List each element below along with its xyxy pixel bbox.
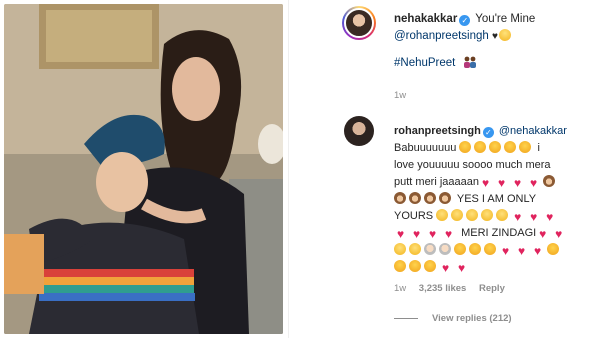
- comment-text-line-3: putt meri jaaaaan: [394, 176, 479, 188]
- heart-emoji-icon: ♥: [529, 176, 538, 190]
- heart-emoji-icon: ♥: [555, 227, 563, 241]
- heart-eyes-emoji-icon: [459, 141, 472, 153]
- comment-text-line-1b: i: [537, 142, 540, 154]
- comment-timestamp: 1w: [394, 283, 407, 294]
- heart-emoji-icon: ♥: [501, 244, 510, 258]
- heart-eyes-emoji-icon: [454, 243, 466, 255]
- caption-mention-link[interactable]: @rohanpreetsingh: [394, 30, 489, 42]
- commenter-username[interactable]: rohanpreetsingh: [394, 125, 481, 137]
- see-no-evil-monkey-emoji-icon: [424, 192, 436, 204]
- comment-text-line-5: YOURS: [394, 210, 434, 222]
- heart-emoji-icon: ♥: [530, 210, 538, 224]
- comment-text-line-6: MERI ZINDAGI: [461, 227, 537, 239]
- post-author-avatar[interactable]: [342, 6, 376, 40]
- commenter-verified-badge-icon: ✓: [482, 127, 494, 138]
- post-author-username[interactable]: nehakakkar: [394, 13, 457, 25]
- heart-emoji-icon: ♥: [533, 244, 542, 258]
- heart-emoji-icon: ♥: [444, 227, 453, 241]
- verified-badge-icon: ✓: [459, 15, 471, 26]
- heart-emoji-icon: ♥: [457, 261, 466, 275]
- heart-emoji-icon: ♥: [481, 176, 490, 190]
- heart-emoji-icon: ♥: [497, 176, 506, 190]
- smiling-emoji-icon: [394, 243, 406, 255]
- reply-button[interactable]: Reply: [479, 283, 505, 294]
- comment-meta: 1w 3,235 likes Reply: [394, 283, 515, 294]
- caption-text: You're Mine: [475, 13, 536, 25]
- see-no-evil-monkey-emoji-icon: [439, 192, 451, 204]
- smiling-emoji-icon: [481, 209, 494, 221]
- post-caption: nehakakkar ✓ You're Mine @rohanpreetsingh…: [394, 11, 594, 45]
- heart-emoji-icon: ♥: [412, 227, 421, 241]
- heart-eyes-emoji-icon: [484, 243, 496, 255]
- old-woman-emoji-icon: [439, 243, 451, 255]
- comment-text-line-4: YES I AM ONLY: [456, 193, 537, 205]
- heart-emoji-icon: ♥: [546, 210, 554, 224]
- view-replies-line: [394, 318, 418, 319]
- heart-eyes-emoji-icon: [519, 141, 532, 153]
- couple-photo-image: [4, 4, 283, 334]
- heart-emoji-icon: ♥: [517, 244, 526, 258]
- heart-eyes-emoji-icon: [504, 141, 517, 153]
- comment-likes-count[interactable]: 3,235 likes: [419, 283, 467, 294]
- heart-eyes-emoji-icon: [409, 260, 421, 272]
- comments-panel: nehakakkar ✓ You're Mine @rohanpreetsingh…: [296, 0, 596, 338]
- smiling-emoji-icon: [498, 29, 511, 41]
- comment-mention-link[interactable]: @nehakakkar: [499, 125, 567, 137]
- hashtag-link[interactable]: #NehuPreet: [394, 57, 455, 69]
- smiling-emoji-icon: [409, 243, 421, 255]
- comment-text-line-1: Babuuuuuuu: [394, 142, 457, 154]
- see-no-evil-monkey-emoji-icon: [409, 192, 421, 204]
- commenter-avatar[interactable]: [344, 116, 374, 146]
- heart-eyes-emoji-icon: [469, 243, 481, 255]
- heart-emoji-icon: ♥: [396, 227, 405, 241]
- post-photo[interactable]: [4, 4, 283, 334]
- caption-hashtag-line: #NehuPreet: [394, 56, 478, 69]
- view-replies-label: View replies (212): [432, 313, 512, 324]
- kissing-emoji-icon: [394, 260, 406, 272]
- see-no-evil-monkey-emoji-icon: [543, 175, 555, 187]
- comment-text-line-2: love youuuuu soooo much mera: [394, 159, 551, 171]
- post-timestamp: 1w: [394, 90, 407, 101]
- heart-emoji-icon: ♥: [539, 227, 547, 241]
- smiling-emoji-icon: [466, 209, 479, 221]
- heart-emoji-icon: ♥: [514, 210, 522, 224]
- caption-heart: ♥: [492, 31, 498, 42]
- comment-text: rohanpreetsingh ✓ @nehakakkar Babuuuuuuu …: [394, 123, 584, 276]
- kissing-emoji-icon: [547, 243, 559, 255]
- heart-emoji-icon: ♥: [428, 227, 437, 241]
- couple-emoji-icon: [463, 56, 476, 68]
- smiling-emoji-icon: [436, 209, 449, 221]
- smiling-emoji-icon: [451, 209, 464, 221]
- heart-eyes-emoji-icon: [489, 141, 502, 153]
- see-no-evil-monkey-emoji-icon: [394, 192, 406, 204]
- heart-eyes-emoji-icon: [424, 260, 436, 272]
- old-man-emoji-icon: [424, 243, 436, 255]
- panel-divider: [288, 0, 289, 338]
- heart-eyes-emoji-icon: [474, 141, 487, 153]
- heart-emoji-icon: ♥: [513, 176, 522, 190]
- heart-emoji-icon: ♥: [441, 261, 450, 275]
- view-replies-button[interactable]: View replies (212): [394, 313, 512, 324]
- smiling-emoji-icon: [496, 209, 509, 221]
